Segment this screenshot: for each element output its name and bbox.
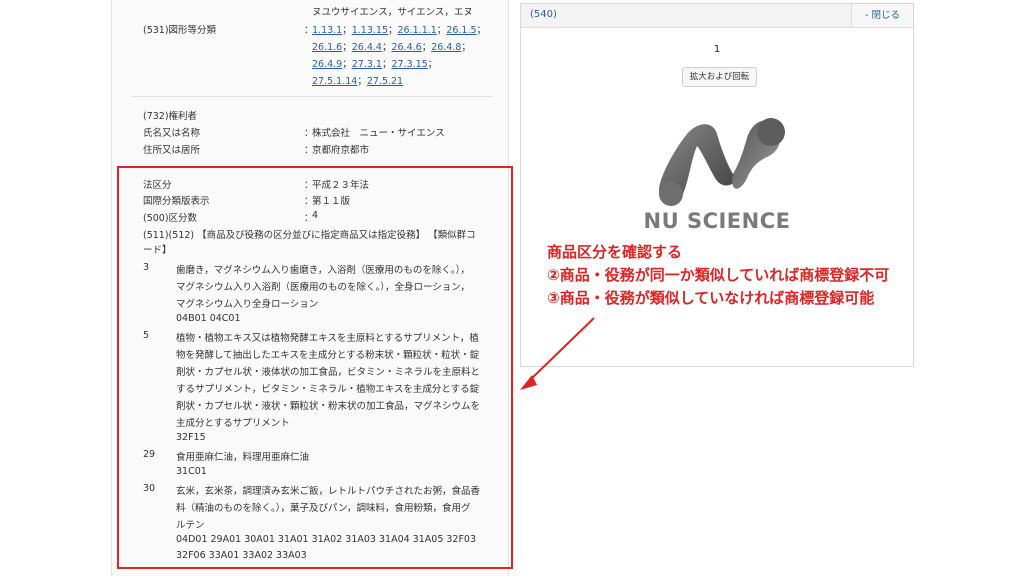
- figure-class-code-link[interactable]: 27.5.1.14: [312, 76, 357, 87]
- viewer-header: (540) - 閉じる: [521, 4, 913, 28]
- figure-class-code-link[interactable]: 26.4.9: [312, 59, 342, 70]
- figure-class-code-link[interactable]: 27.5.21: [367, 76, 403, 87]
- goods-highlight-box: [117, 166, 513, 569]
- partial-reading-text: ヌユウサイエンス，サイエンス，エヌ: [312, 7, 473, 18]
- owner-name-value: 株式会社 ニュー・サイエンス: [312, 128, 445, 139]
- figure-class-code-link[interactable]: 26.4.6: [391, 42, 421, 53]
- figure-class-code-link[interactable]: 27.3.15: [391, 59, 427, 70]
- figure-class-code-link[interactable]: 26.1.1.1: [398, 25, 437, 36]
- figure-class-code-link[interactable]: 27.3.1: [352, 59, 382, 70]
- code-separator: ；: [342, 59, 352, 70]
- owner-name-label: 氏名又は名称: [143, 128, 201, 139]
- annotation-line2: ②商品・役務が同一か類似していれば商標登録不可: [547, 266, 890, 284]
- owner-section-label: (732)権利者: [143, 111, 198, 122]
- figure-class-codes-line2: 26.1.6；26.4.4；26.4.6；26.4.8；: [312, 39, 471, 53]
- code-separator: ；: [476, 25, 487, 36]
- code-separator: ；: [461, 42, 471, 53]
- code-separator: ；: [436, 25, 447, 36]
- viewer-page-index: 1: [713, 44, 721, 55]
- code-separator: ；: [388, 25, 398, 36]
- figure-class-code-link[interactable]: 26.4.8: [431, 42, 461, 53]
- figure-class-codes-line1: 1.13.1；1.13.15；26.1.1.1；26.1.5；: [312, 22, 486, 36]
- section-divider: [132, 96, 492, 97]
- code-separator: ；: [421, 42, 432, 53]
- owner-address-value: 京都府京都市: [312, 145, 370, 156]
- logo-wordmark: NU SCIENCE: [643, 209, 791, 233]
- figure-class-code-link[interactable]: 26.1.5: [446, 25, 476, 36]
- figure-class-code-link[interactable]: 26.4.4: [352, 42, 382, 53]
- annotation-line3: ③商品・役務が類似していなければ商標登録可能: [547, 289, 875, 307]
- code-separator: ；: [342, 25, 352, 36]
- figure-class-codes-line3: 26.4.9；27.3.1；27.3.15；: [312, 56, 437, 70]
- figure-class-codes-line4: 27.5.1.14；27.5.21: [312, 73, 403, 87]
- owner-address-label: 住所又は居所: [143, 145, 201, 156]
- figure-class-code-link[interactable]: 1.13.15: [352, 25, 388, 36]
- code-separator: ；: [357, 76, 367, 87]
- screen: ヌユウサイエンス，サイエンス，エヌ (531)図形等分類 ： 1.13.1；1.…: [0, 0, 1024, 576]
- zoom-rotate-button[interactable]: 拡大および回転: [682, 67, 757, 87]
- viewer-number-label: (540): [530, 9, 557, 20]
- annotation-line1: 商品区分を確認する: [547, 243, 683, 261]
- code-separator: ；: [342, 42, 352, 53]
- code-separator: ；: [427, 59, 438, 70]
- image-viewer-panel: (540) - 閉じる 1 拡大および回転 NU SCIENCE: [520, 3, 914, 367]
- figure-class-code-link[interactable]: 26.1.6: [312, 42, 342, 53]
- figure-class-code-link[interactable]: 1.13.1: [312, 25, 342, 36]
- figure-class-label: (531)図形等分類: [143, 25, 217, 36]
- close-button[interactable]: - 閉じる: [851, 4, 913, 27]
